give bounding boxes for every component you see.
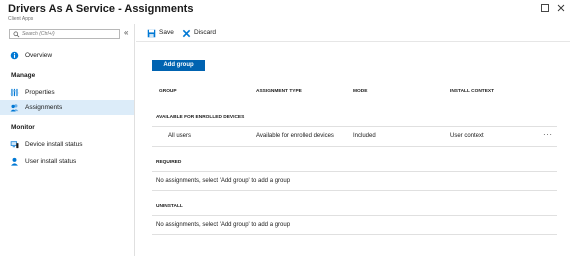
sidebar-item-label: Properties bbox=[25, 89, 55, 96]
device-icon bbox=[10, 141, 19, 149]
section-label-available: AVAILABLE FOR ENROLLED DEVICES bbox=[156, 115, 245, 120]
column-header-group: GROUP bbox=[159, 89, 177, 94]
blade-header: Drivers As A Service - Assignments Clien… bbox=[0, 0, 570, 24]
sidebar-item-user-install-status[interactable]: User install status bbox=[0, 154, 134, 169]
section-label-monitor: Monitor bbox=[11, 124, 35, 131]
user-icon bbox=[11, 157, 18, 166]
uninstall-empty-message: No assignments, select 'Add group' to ad… bbox=[156, 222, 291, 228]
page-title: Drivers As A Service - Assignments bbox=[8, 3, 194, 15]
column-header-assignment-type: ASSIGNMENT TYPE bbox=[256, 89, 302, 94]
sidebar-item-label: Assignments bbox=[25, 104, 63, 111]
column-header-mode: MODE bbox=[353, 89, 368, 94]
sidebar-item-label: Overview bbox=[25, 52, 53, 59]
page-subtitle: Client Apps bbox=[8, 16, 34, 22]
divider bbox=[152, 215, 557, 216]
sidebar-item-label: Device install status bbox=[25, 141, 83, 148]
discard-button[interactable]: Discard bbox=[182, 28, 218, 39]
cell-install-context[interactable]: User context bbox=[450, 133, 484, 139]
discard-icon bbox=[182, 29, 191, 38]
search-input[interactable] bbox=[22, 30, 118, 38]
cell-assignment-type[interactable]: Available for enrolled devices bbox=[256, 133, 334, 139]
sidebar-item-label: User install status bbox=[25, 158, 77, 165]
cell-group[interactable]: All users bbox=[168, 133, 191, 139]
properties-icon bbox=[10, 88, 19, 97]
sidebar-item-properties[interactable]: Properties bbox=[0, 85, 134, 100]
section-label-uninstall: UNINSTALL bbox=[156, 204, 183, 209]
divider bbox=[152, 234, 557, 235]
more-options-icon[interactable]: ··· bbox=[543, 131, 553, 139]
divider bbox=[152, 146, 557, 147]
save-button[interactable]: Save bbox=[147, 28, 175, 39]
sidebar-item-device-install-status[interactable]: Device install status bbox=[0, 137, 134, 152]
users-icon bbox=[10, 104, 19, 112]
column-header-install-context: INSTALL CONTEXT bbox=[450, 89, 495, 94]
divider bbox=[152, 126, 557, 127]
required-empty-message: No assignments, select 'Add group' to ad… bbox=[156, 178, 291, 184]
save-label: Save bbox=[159, 29, 174, 36]
sidebar-item-overview[interactable]: Overview bbox=[0, 48, 134, 63]
save-icon bbox=[147, 29, 156, 38]
collapse-sidebar-button[interactable]: « bbox=[124, 28, 128, 37]
add-group-button[interactable]: Add group bbox=[152, 60, 205, 71]
cell-mode[interactable]: Included bbox=[353, 133, 376, 139]
maximize-icon[interactable] bbox=[540, 3, 550, 13]
divider bbox=[152, 190, 557, 191]
divider bbox=[152, 171, 557, 172]
search-icon bbox=[13, 31, 20, 38]
info-icon bbox=[10, 51, 19, 60]
section-label-manage: Manage bbox=[11, 72, 36, 79]
close-icon[interactable] bbox=[556, 3, 566, 13]
section-label-required: REQUIRED bbox=[156, 160, 182, 165]
command-bar: Save Discard bbox=[136, 24, 570, 42]
sidebar: « Overview Manage Properties Assignments bbox=[0, 24, 135, 256]
discard-label: Discard bbox=[194, 29, 217, 36]
search-box[interactable] bbox=[9, 29, 120, 39]
sidebar-item-assignments[interactable]: Assignments bbox=[0, 100, 134, 115]
